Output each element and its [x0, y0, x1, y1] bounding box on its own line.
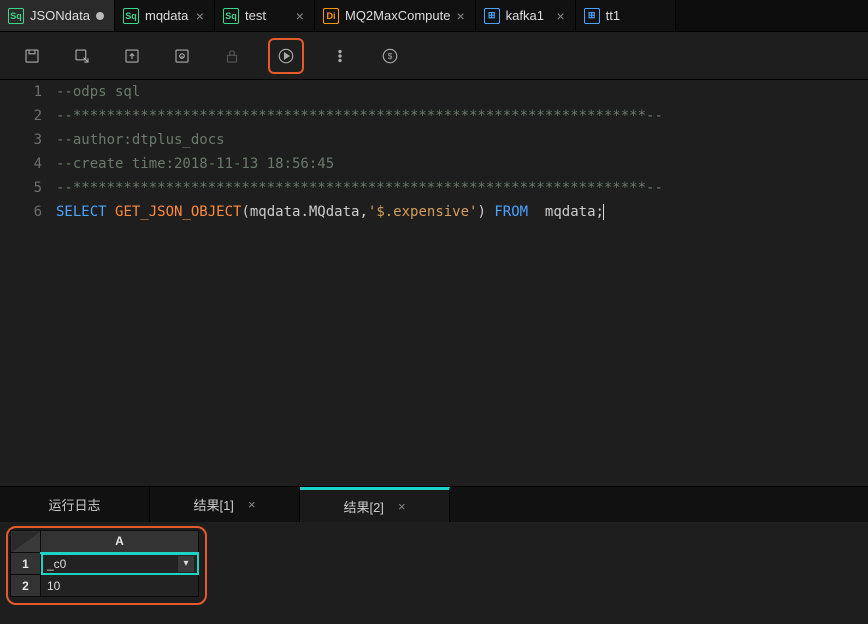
- close-icon[interactable]: ×: [196, 9, 204, 23]
- grid-corner[interactable]: [11, 531, 41, 553]
- code-string: '$.expensive': [368, 204, 478, 220]
- tab-jsondata[interactable]: Sq JSONdata: [0, 0, 115, 31]
- tab-label: tt1: [606, 8, 665, 23]
- code-comment: --**************************************…: [56, 108, 663, 124]
- tab-label: 结果[1]: [193, 495, 233, 514]
- code-function: GET_JSON_OBJECT: [115, 204, 241, 220]
- close-icon[interactable]: ×: [296, 9, 304, 23]
- tab-label: kafka1: [506, 8, 551, 23]
- result-highlight: A 1 _c0 ▾ 2 10: [6, 526, 207, 605]
- tab-run-log[interactable]: 运行日志: [0, 487, 150, 522]
- sql-icon: Sq: [8, 8, 24, 24]
- sql-icon: Sq: [123, 8, 139, 24]
- tab-label: JSONdata: [30, 8, 90, 23]
- tab-test[interactable]: Sq test ×: [215, 0, 315, 31]
- tab-label: 结果[2]: [343, 497, 383, 516]
- chevron-down-icon[interactable]: ▾: [178, 556, 194, 572]
- sql-icon: Sq: [223, 8, 239, 24]
- tab-mq2maxcompute[interactable]: Di MQ2MaxCompute ×: [315, 0, 476, 31]
- code-text: mqdata;: [528, 204, 604, 220]
- tab-result-2[interactable]: 结果[2] ×: [300, 487, 450, 522]
- run-button[interactable]: [268, 38, 304, 74]
- code-comment: --create time:2018-11-13 18:56:45: [56, 156, 334, 172]
- cell-a1[interactable]: _c0 ▾: [41, 553, 199, 575]
- more-vertical-icon: [331, 47, 349, 65]
- editor-toolbar: $: [0, 32, 868, 80]
- close-icon[interactable]: ×: [456, 9, 464, 23]
- text-cursor-icon: [603, 204, 604, 220]
- result-panel: A 1 _c0 ▾ 2 10: [0, 522, 868, 624]
- tab-tt1[interactable]: ⊞ tt1: [576, 0, 676, 31]
- code-content[interactable]: --odps sql --***************************…: [56, 80, 868, 486]
- result-grid[interactable]: A 1 _c0 ▾ 2 10: [10, 530, 199, 597]
- cell-value: 10: [47, 579, 60, 593]
- tab-label: mqdata: [145, 8, 190, 23]
- close-icon[interactable]: ×: [248, 497, 256, 512]
- code-text: ): [477, 204, 485, 220]
- steal-lock-button[interactable]: [168, 42, 196, 70]
- di-icon: Di: [323, 8, 339, 24]
- table-icon: ⊞: [484, 8, 500, 24]
- save-as-icon: [73, 47, 91, 65]
- submit-button[interactable]: [118, 42, 146, 70]
- code-text: (mqdata.MQdata,: [241, 204, 367, 220]
- save-icon: [23, 47, 41, 65]
- close-icon[interactable]: ×: [556, 9, 564, 23]
- svg-text:$: $: [388, 52, 393, 61]
- tab-mqdata[interactable]: Sq mqdata ×: [115, 0, 215, 31]
- row-header-2[interactable]: 2: [11, 575, 41, 597]
- code-comment: --odps sql: [56, 84, 140, 100]
- cell-value: _c0: [47, 557, 66, 571]
- code-comment: --author:dtplus_docs: [56, 132, 225, 148]
- tab-label: test: [245, 8, 290, 23]
- result-tab-bar: 运行日志 结果[1] × 结果[2] ×: [0, 486, 868, 522]
- column-header-a[interactable]: A: [41, 531, 199, 553]
- tab-kafka1[interactable]: ⊞ kafka1 ×: [476, 0, 576, 31]
- save-as-button[interactable]: [68, 42, 96, 70]
- play-icon: [277, 47, 295, 65]
- tab-label: MQ2MaxCompute: [345, 8, 450, 23]
- code-editor[interactable]: 1 2 3 4 5 6 --odps sql --***************…: [0, 80, 868, 486]
- code-comment: --**************************************…: [56, 180, 663, 196]
- tab-result-1[interactable]: 结果[1] ×: [150, 487, 300, 522]
- line-number: 2: [0, 104, 42, 128]
- steal-lock-icon: [173, 47, 191, 65]
- lock-button[interactable]: [218, 42, 246, 70]
- line-number: 3: [0, 128, 42, 152]
- more-button[interactable]: [326, 42, 354, 70]
- line-number: 1: [0, 80, 42, 104]
- line-number: 5: [0, 176, 42, 200]
- cell-a2[interactable]: 10: [41, 575, 199, 597]
- editor-tab-bar: Sq JSONdata Sq mqdata × Sq test × Di MQ2…: [0, 0, 868, 32]
- line-number: 6: [0, 200, 42, 224]
- dirty-indicator-icon: [96, 12, 104, 20]
- close-icon[interactable]: ×: [398, 499, 406, 514]
- save-button[interactable]: [18, 42, 46, 70]
- upload-icon: [123, 47, 141, 65]
- cost-button[interactable]: $: [376, 42, 404, 70]
- table-icon: ⊞: [584, 8, 600, 24]
- row-header-1[interactable]: 1: [11, 553, 41, 575]
- cost-icon: $: [381, 47, 399, 65]
- code-keyword: FROM: [494, 204, 528, 220]
- line-number: 4: [0, 152, 42, 176]
- tab-label: 运行日志: [48, 495, 100, 514]
- lock-icon: [223, 47, 241, 65]
- code-keyword: SELECT: [56, 204, 107, 220]
- line-gutter: 1 2 3 4 5 6: [0, 80, 56, 486]
